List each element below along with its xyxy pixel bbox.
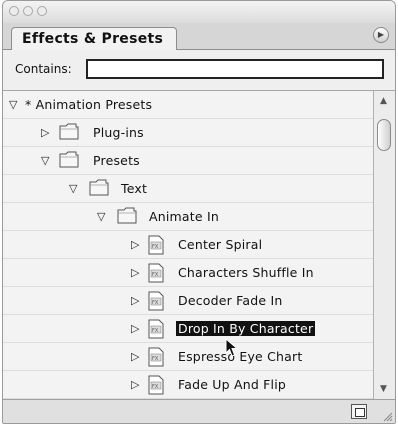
tree-item-label: Espresso Eye Chart	[178, 349, 303, 364]
tree-item-label: * Animation Presets	[25, 97, 153, 112]
zoom-window-icon[interactable]	[37, 6, 47, 16]
contains-search-input[interactable]	[86, 59, 384, 79]
tree-row-presets[interactable]: ▽ Presets	[3, 147, 373, 175]
collapsed-triangle-icon[interactable]: ▷	[41, 127, 49, 139]
tree-row-center-spiral[interactable]: ▷ FX Center Spiral	[3, 231, 373, 259]
ffx-preset-icon: FX	[148, 375, 164, 395]
tree-item-label: Plug-ins	[93, 125, 144, 140]
tree-item-label: Decoder Fade In	[178, 293, 283, 308]
ffx-preset-icon: FX	[148, 347, 164, 367]
tab-effects-presets[interactable]: Effects & Presets	[11, 27, 177, 50]
resize-grip-icon[interactable]	[381, 410, 393, 422]
expanded-triangle-icon[interactable]: ▽	[97, 211, 105, 223]
folder-icon	[59, 123, 79, 140]
svg-text:FX: FX	[152, 384, 159, 390]
tree-item-label: Center Spiral	[178, 237, 263, 252]
presets-tree: ▽ * Animation Presets ▷ Plug-ins ▽ Prese…	[3, 91, 373, 399]
mouse-pointer-icon	[225, 338, 239, 357]
ffx-preset-icon: FX	[148, 319, 164, 339]
collapsed-triangle-icon[interactable]: ▷	[131, 379, 139, 391]
folder-icon	[59, 151, 79, 168]
tree-row-espresso-eye-chart[interactable]: ▷ FX Espresso Eye Chart	[3, 343, 373, 371]
tree-row-text[interactable]: ▽ Text	[3, 175, 373, 203]
collapsed-triangle-icon[interactable]: ▷	[131, 295, 139, 307]
tree-item-label-selected: Drop In By Character	[176, 321, 316, 336]
tree-row-animate-in[interactable]: ▽ Animate In	[3, 203, 373, 231]
ffx-preset-icon: FX	[148, 291, 164, 311]
tree-item-label: Presets	[93, 153, 140, 168]
vertical-scrollbar[interactable]: ▲ ▼	[373, 91, 395, 399]
svg-text:FX: FX	[152, 272, 159, 278]
tree-item-label: Fade Up And Flip	[178, 377, 287, 392]
tree-item-label: Animate In	[149, 209, 219, 224]
folder-icon	[117, 207, 137, 224]
collapsed-triangle-icon[interactable]: ▷	[131, 239, 139, 251]
panel-bottom-bar	[3, 399, 395, 423]
ffx-preset-icon: FX	[148, 235, 164, 255]
flyout-menu-icon[interactable]: ▶	[373, 27, 389, 43]
tree-row-plug-ins[interactable]: ▷ Plug-ins	[3, 119, 373, 147]
contains-label: Contains:	[15, 62, 72, 76]
ffx-preset-icon: FX	[148, 263, 164, 283]
tree-row-animation-presets[interactable]: ▽ * Animation Presets	[3, 91, 373, 119]
tree-item-label: Characters Shuffle In	[178, 265, 314, 280]
collapsed-triangle-icon[interactable]: ▷	[131, 351, 139, 363]
svg-text:FX: FX	[152, 244, 159, 250]
scrollbar-thumb[interactable]	[377, 119, 391, 151]
new-item-icon[interactable]	[351, 404, 367, 419]
effects-presets-window: Effects & Presets ▶ Contains: ▽ * Animat…	[2, 0, 396, 424]
tree-row-decoder-fade-in[interactable]: ▷ FX Decoder Fade In	[3, 287, 373, 315]
title-bar[interactable]	[3, 1, 395, 24]
scroll-down-arrow-icon[interactable]: ▼	[380, 384, 387, 394]
tab-row: Effects & Presets ▶	[3, 23, 395, 50]
tree-row-drop-in-by-character[interactable]: ▷ FX Drop In By Character	[3, 315, 373, 343]
scroll-up-arrow-icon[interactable]: ▲	[380, 96, 387, 106]
tree-item-label: Text	[121, 181, 148, 196]
close-window-icon[interactable]	[9, 6, 19, 16]
svg-text:FX: FX	[152, 356, 159, 362]
svg-text:FX: FX	[152, 300, 159, 306]
minimize-window-icon[interactable]	[23, 6, 33, 16]
collapsed-triangle-icon[interactable]: ▷	[131, 323, 139, 335]
expanded-triangle-icon[interactable]: ▽	[41, 155, 49, 167]
expanded-triangle-icon[interactable]: ▽	[69, 183, 77, 195]
svg-text:FX: FX	[152, 328, 159, 334]
tree-row-characters-shuffle-in[interactable]: ▷ FX Characters Shuffle In	[3, 259, 373, 287]
folder-icon	[89, 179, 109, 196]
contains-bar: Contains:	[3, 50, 395, 91]
expanded-triangle-icon[interactable]: ▽	[9, 99, 17, 111]
collapsed-triangle-icon[interactable]: ▷	[131, 267, 139, 279]
tree-row-fade-up-and-flip[interactable]: ▷ FX Fade Up And Flip	[3, 371, 373, 399]
